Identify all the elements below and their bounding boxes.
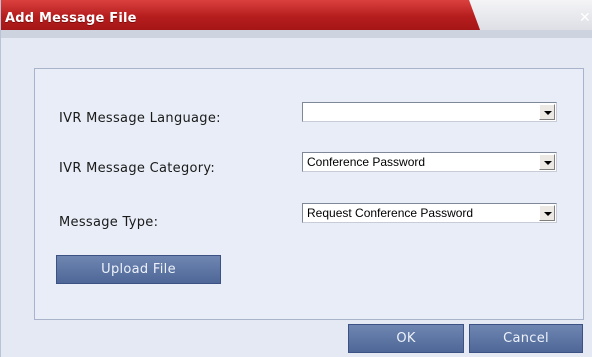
title-bar[interactable]: Add Message File ✕ bbox=[1, 0, 592, 38]
form-panel: IVR Message Language: IVR Message Catego… bbox=[34, 68, 584, 320]
language-select[interactable] bbox=[302, 102, 557, 122]
title-strip bbox=[1, 30, 592, 38]
chevron-down-icon[interactable] bbox=[539, 205, 555, 221]
category-select-value: Conference Password bbox=[307, 155, 426, 169]
chevron-down-icon[interactable] bbox=[539, 154, 555, 170]
category-label: IVR Message Category: bbox=[59, 161, 216, 176]
message-type-select-value: Request Conference Password bbox=[307, 206, 474, 220]
category-select[interactable]: Conference Password bbox=[302, 152, 557, 172]
message-type-select[interactable]: Request Conference Password bbox=[302, 203, 557, 223]
close-icon[interactable]: ✕ bbox=[579, 11, 592, 25]
add-message-file-dialog: Add Message File ✕ IVR Message Language:… bbox=[0, 0, 592, 357]
language-label: IVR Message Language: bbox=[59, 111, 221, 126]
ok-button[interactable]: OK bbox=[348, 324, 464, 353]
upload-file-button[interactable]: Upload File bbox=[56, 255, 221, 284]
chevron-down-icon[interactable] bbox=[539, 104, 555, 120]
dialog-title: Add Message File bbox=[5, 11, 137, 26]
message-type-label: Message Type: bbox=[59, 215, 159, 230]
cancel-button[interactable]: Cancel bbox=[469, 324, 583, 353]
